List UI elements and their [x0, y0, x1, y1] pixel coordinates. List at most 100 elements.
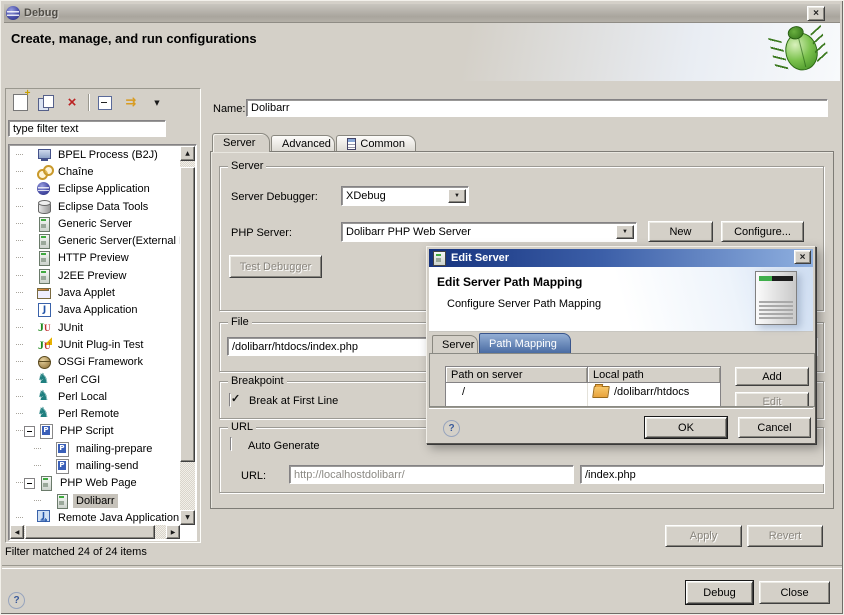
- chevron-down-icon[interactable]: ▼: [448, 189, 466, 203]
- php-server-combo[interactable]: Dolibarr PHP Web Server ▼: [341, 222, 637, 242]
- tree-item[interactable]: PHP Web Page: [10, 475, 180, 492]
- tree-indent: [24, 218, 35, 229]
- hscroll-thumb[interactable]: [25, 525, 155, 539]
- tree-item[interactable]: Java Application: [10, 302, 180, 319]
- filter-icon[interactable]: ⇉: [121, 93, 141, 112]
- add-mapping-button[interactable]: Add: [735, 367, 809, 386]
- config-tree: BPEL Process (B2J)ChaîneEclipse Applicat…: [10, 146, 180, 525]
- tree-item[interactable]: JUnit Plug-in Test: [10, 336, 180, 353]
- tree-line: [16, 154, 23, 156]
- tree-item[interactable]: Chaîne: [10, 163, 180, 180]
- tree-item[interactable]: HTTP Preview: [10, 250, 180, 267]
- server-debugger-combo[interactable]: XDebug ▼: [341, 186, 469, 206]
- url-group-title: URL: [228, 421, 256, 433]
- tree-expander-icon[interactable]: [24, 426, 35, 437]
- configure-button[interactable]: Configure...: [721, 221, 804, 242]
- scroll-down-icon[interactable]: ▼: [180, 510, 195, 525]
- tree-indent: [24, 184, 35, 195]
- dialog-tab-path-mapping[interactable]: Path Mapping: [479, 333, 571, 353]
- debug-button[interactable]: Debug: [686, 581, 753, 604]
- tree-item[interactable]: Dolibarr: [10, 492, 180, 509]
- close-button[interactable]: Close: [759, 581, 830, 604]
- column-path-on-server[interactable]: Path on server: [446, 367, 588, 383]
- tree-indent: [24, 357, 35, 368]
- tree-expander-icon[interactable]: [24, 478, 35, 489]
- tree-item[interactable]: Generic Server(External La: [10, 232, 180, 249]
- tree-line: [16, 240, 23, 242]
- local-path-cell: /dolibarr/htdocs: [588, 383, 720, 400]
- toolbar-separator: [88, 94, 89, 111]
- phpfile-icon: [54, 458, 70, 474]
- auto-generate-checkbox[interactable]: [230, 437, 232, 451]
- apply-button[interactable]: Apply: [665, 525, 742, 547]
- tree-indent: [24, 409, 35, 420]
- edit-mapping-button[interactable]: Edit: [735, 392, 809, 407]
- tree-line: [16, 517, 23, 519]
- tree-line: [16, 309, 23, 311]
- collapse-all-icon[interactable]: [95, 93, 115, 112]
- hscroll-track[interactable]: [24, 525, 166, 539]
- tree-indent: [24, 270, 35, 281]
- delete-config-icon[interactable]: ×: [62, 93, 82, 112]
- header-band: Create, manage, and run configurations: [4, 23, 840, 81]
- scroll-right-icon[interactable]: ▶: [166, 525, 180, 539]
- tab-advanced[interactable]: Advanced: [271, 135, 335, 152]
- tree-line: [16, 171, 23, 173]
- tree-item[interactable]: OSGi Framework: [10, 354, 180, 371]
- tree-item[interactable]: Generic Server: [10, 215, 180, 232]
- tree-item[interactable]: Eclipse Application: [10, 181, 180, 198]
- scroll-left-icon[interactable]: ◀: [10, 525, 24, 539]
- dialog-tab-server[interactable]: Server: [432, 335, 478, 353]
- tab-server[interactable]: Server: [212, 133, 270, 152]
- duplicate-config-icon[interactable]: [36, 93, 56, 112]
- tree-line: [16, 206, 23, 208]
- name-input[interactable]: Dolibarr: [246, 99, 828, 117]
- cancel-button[interactable]: Cancel: [738, 417, 811, 438]
- column-local-path[interactable]: Local path: [588, 367, 720, 383]
- tree-item[interactable]: Perl Local: [10, 388, 180, 405]
- vscroll-thumb[interactable]: [180, 167, 195, 462]
- chevron-down-icon[interactable]: ▼: [616, 225, 634, 239]
- tree-item[interactable]: Eclipse Data Tools: [10, 198, 180, 215]
- dialog-close-button[interactable]: ×: [794, 250, 811, 264]
- tree-indent: [24, 201, 35, 212]
- revert-button[interactable]: Revert: [747, 525, 823, 547]
- table-row[interactable]: //dolibarr/htdocs: [446, 383, 720, 400]
- folder-icon: [592, 386, 610, 398]
- tree-item[interactable]: mailing-prepare: [10, 440, 180, 457]
- tree-item[interactable]: JUnit: [10, 319, 180, 336]
- tree-item-label: Generic Server(External La: [55, 234, 180, 248]
- url-base-input[interactable]: http://localhostdolibarr/: [289, 465, 574, 484]
- vscroll-track[interactable]: [180, 161, 195, 510]
- test-debugger-button[interactable]: Test Debugger: [229, 255, 322, 278]
- ok-button[interactable]: OK: [645, 417, 727, 438]
- tree-item[interactable]: Remote Java Application: [10, 509, 180, 525]
- new-config-icon[interactable]: [10, 93, 30, 112]
- tree-item[interactable]: Perl Remote: [10, 405, 180, 422]
- tree-item[interactable]: J2EE Preview: [10, 267, 180, 284]
- filter-menu-caret-icon[interactable]: ▼: [147, 93, 167, 112]
- new-server-button[interactable]: New: [648, 221, 713, 242]
- osgi-icon: [36, 354, 52, 370]
- break-first-line-checkbox[interactable]: [229, 393, 231, 407]
- tree-hscrollbar[interactable]: ◀ ▶: [10, 525, 180, 539]
- url-path-input[interactable]: /index.php: [580, 465, 824, 484]
- tree-item[interactable]: Perl CGI: [10, 371, 180, 388]
- tree-vscrollbar[interactable]: ▲ ▼: [180, 146, 195, 525]
- tree-item[interactable]: mailing-send: [10, 457, 180, 474]
- dialog-help-icon[interactable]: ?: [443, 420, 460, 437]
- tree-item[interactable]: Java Applet: [10, 284, 180, 301]
- phpscript-icon: [38, 423, 54, 439]
- bug-icon: [765, 19, 833, 82]
- edit-server-title: Edit Server: [451, 252, 509, 264]
- help-icon[interactable]: ?: [8, 592, 25, 609]
- tree-item[interactable]: PHP Script: [10, 423, 180, 440]
- window-titlebar[interactable]: Debug: [4, 4, 840, 23]
- tree-item[interactable]: BPEL Process (B2J): [10, 146, 180, 163]
- filter-input[interactable]: type filter text: [8, 120, 166, 137]
- edit-server-titlebar[interactable]: Edit Server ×: [429, 249, 813, 267]
- tab-common[interactable]: Common: [336, 135, 416, 152]
- tree-item-label: mailing-send: [73, 459, 141, 473]
- scroll-up-icon[interactable]: ▲: [180, 146, 195, 161]
- tree-item-label: Perl CGI: [55, 373, 103, 387]
